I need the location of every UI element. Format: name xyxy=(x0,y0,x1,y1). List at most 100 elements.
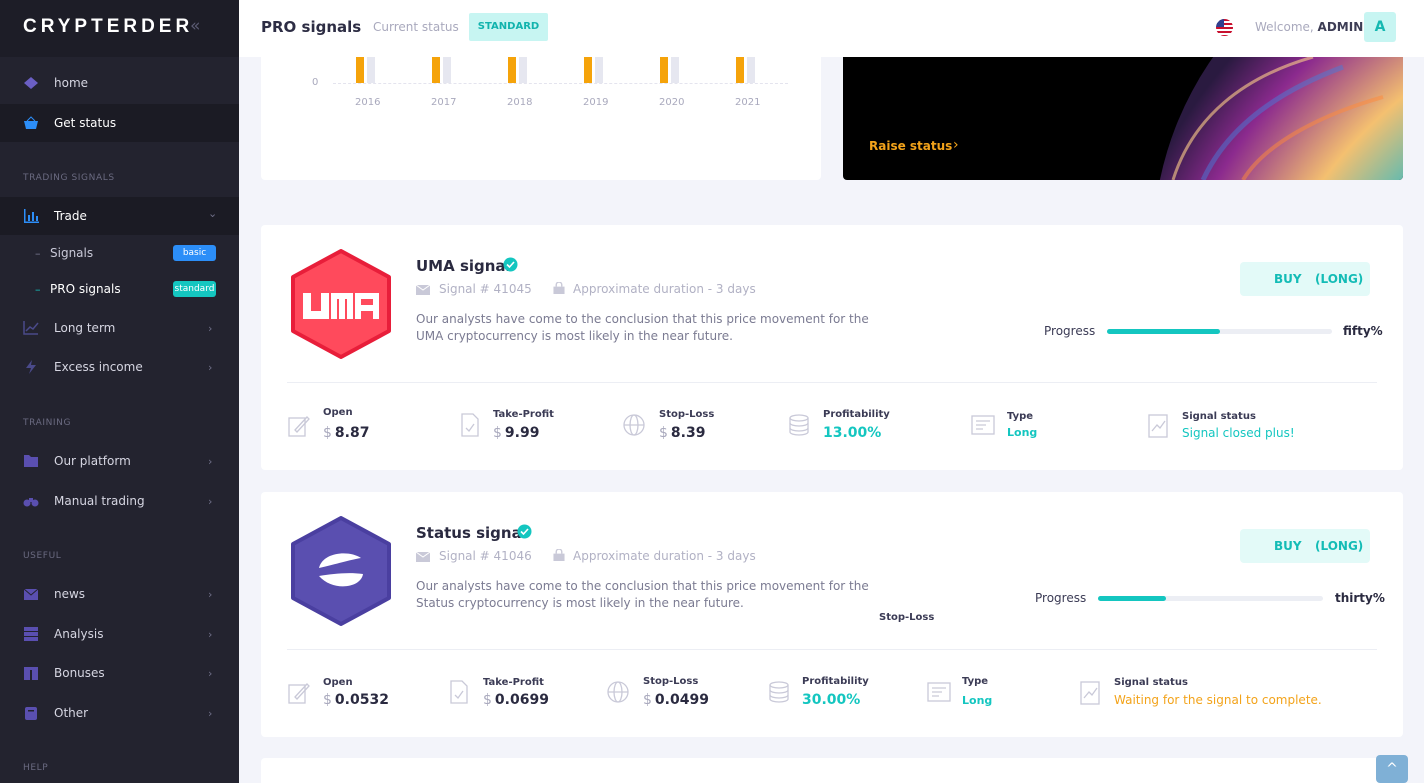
divider xyxy=(287,649,1377,650)
sidebar-item-other[interactable]: Other › xyxy=(0,694,239,732)
scroll-to-top-button[interactable]: ^ xyxy=(1376,755,1408,783)
sidebar-item-long-term[interactable]: Long term › xyxy=(0,309,239,347)
buy-long-button[interactable]: BUY (LONG) xyxy=(1240,262,1370,296)
x-tick-label: 2016 xyxy=(355,97,381,108)
verified-icon xyxy=(517,524,532,539)
sidebar-item-get-status[interactable]: Get status xyxy=(0,104,239,142)
type-value: Long xyxy=(1007,426,1038,439)
sidebar-item-home[interactable]: home xyxy=(0,64,239,102)
bar xyxy=(367,57,375,83)
lock-icon xyxy=(553,549,565,561)
sidebar-item-excess-income[interactable]: Excess income › xyxy=(0,348,239,386)
plan-badge: standard xyxy=(173,281,216,297)
arrow-right-icon[interactable]: › xyxy=(953,137,959,153)
dash-marker: – xyxy=(35,247,41,260)
chevron-right-icon: › xyxy=(208,587,213,601)
sidebar-item-label: Excess income xyxy=(54,360,143,374)
section-heading-help: HELP xyxy=(23,763,49,773)
lock-icon xyxy=(553,282,565,294)
signal-title: UMA signal xyxy=(416,257,511,275)
buy-long-button[interactable]: BUY (LONG) xyxy=(1240,529,1370,563)
progress-bar xyxy=(1107,329,1332,334)
dash-marker: – xyxy=(35,283,41,296)
chevron-right-icon: › xyxy=(208,454,213,468)
sidebar-item-label: Get status xyxy=(54,116,117,130)
sidebar-subitem-signals[interactable]: – Signals basic xyxy=(0,239,239,269)
raise-status-link[interactable]: Raise status xyxy=(869,139,952,153)
sidebar-item-news[interactable]: news › xyxy=(0,575,239,613)
progress-label: Progress xyxy=(1035,591,1087,605)
signal-card: Status signal Signal # 41046 Approximate… xyxy=(261,492,1403,737)
planet-image xyxy=(1159,57,1403,180)
welcome-text: Welcome, ADMIN xyxy=(1255,20,1363,34)
page-title: PRO signals xyxy=(261,18,362,36)
stop-loss-label: Stop-Loss xyxy=(643,676,699,687)
sidebar-item-label: news xyxy=(54,587,86,601)
divider xyxy=(287,382,1377,383)
progress-fill xyxy=(1098,596,1166,601)
take-profit-label: Take-Profit xyxy=(493,409,554,420)
signal-number: Signal # 41045 xyxy=(439,282,532,296)
progress-bar xyxy=(1098,596,1323,601)
stop-loss-label: Stop-Loss xyxy=(659,409,715,420)
currency-symbol: $ xyxy=(483,692,492,708)
chevron-up-icon: ^ xyxy=(1386,761,1398,777)
collapse-sidebar-icon[interactable]: « xyxy=(190,16,201,36)
chart-card: 0 2016 2017 2018 2019 2020 2021 xyxy=(261,57,821,180)
line-chart-icon xyxy=(23,321,39,335)
sidebar-item-trade[interactable]: Trade ⌄ xyxy=(0,197,239,235)
profitability-label: Profitability xyxy=(802,676,869,687)
coins-icon xyxy=(789,414,809,436)
sidebar-item-manual-trading[interactable]: Manual trading › xyxy=(0,482,239,520)
stop-loss-amount: 8.39 xyxy=(670,425,706,441)
sidebar-subitem-pro-signals[interactable]: – PRO signals standard xyxy=(0,275,239,305)
long-label: (LONG) xyxy=(1315,272,1364,286)
bar-chart-icon xyxy=(24,209,39,223)
certificate-icon xyxy=(971,415,995,435)
x-tick-label: 2018 xyxy=(507,97,533,108)
bar xyxy=(595,57,603,83)
sidebar-item-bonuses[interactable]: Bonuses › xyxy=(0,654,239,692)
sidebar-item-label: Our platform xyxy=(54,454,131,468)
status-logo xyxy=(291,516,391,626)
x-tick-label: 2017 xyxy=(431,97,457,108)
currency-symbol: $ xyxy=(493,425,502,441)
sidebar-item-our-platform[interactable]: Our platform › xyxy=(0,442,239,480)
certificate-icon xyxy=(927,682,951,702)
sidebar-item-analysis[interactable]: Analysis › xyxy=(0,615,239,653)
take-profit-value: $0.0699 xyxy=(483,692,549,708)
us-flag-icon[interactable] xyxy=(1216,19,1233,36)
globe-icon xyxy=(607,681,629,703)
signal-card: UMA signal Signal # 41045 Approximate du… xyxy=(261,225,1403,470)
section-heading-training: TRAINING xyxy=(23,418,72,428)
uma-logo xyxy=(291,249,391,359)
verified-icon xyxy=(503,257,518,272)
take-profit-value: $9.99 xyxy=(493,425,539,441)
signal-description: Our analysts have come to the conclusion… xyxy=(416,579,869,610)
document-icon xyxy=(461,413,479,437)
open-value: $0.0532 xyxy=(323,692,389,708)
open-label: Open xyxy=(323,677,353,688)
bar xyxy=(508,57,516,83)
section-heading-trading: TRADING SIGNALS xyxy=(23,173,115,183)
long-label: (LONG) xyxy=(1315,539,1364,553)
open-label: Open xyxy=(323,407,353,418)
bar xyxy=(671,57,679,83)
chevron-right-icon: › xyxy=(208,321,213,335)
bar xyxy=(660,57,668,83)
stop-loss-value: $0.0499 xyxy=(643,692,709,708)
sidebar-item-label: home xyxy=(54,76,89,90)
binoculars-icon xyxy=(23,498,39,507)
avatar[interactable]: A xyxy=(1364,12,1396,42)
status-badge: STANDARD xyxy=(469,13,548,41)
open-amount: 8.87 xyxy=(334,425,370,441)
ticket-icon xyxy=(416,551,430,562)
signal-duration: Approximate duration - 3 days xyxy=(573,549,756,563)
signal-card-partial xyxy=(261,758,1403,783)
x-tick-label: 2020 xyxy=(659,97,685,108)
currency-symbol: $ xyxy=(323,692,332,708)
folder-icon xyxy=(24,455,38,467)
signal-duration: Approximate duration - 3 days xyxy=(573,282,756,296)
document-icon xyxy=(450,680,468,704)
bar xyxy=(432,57,440,83)
